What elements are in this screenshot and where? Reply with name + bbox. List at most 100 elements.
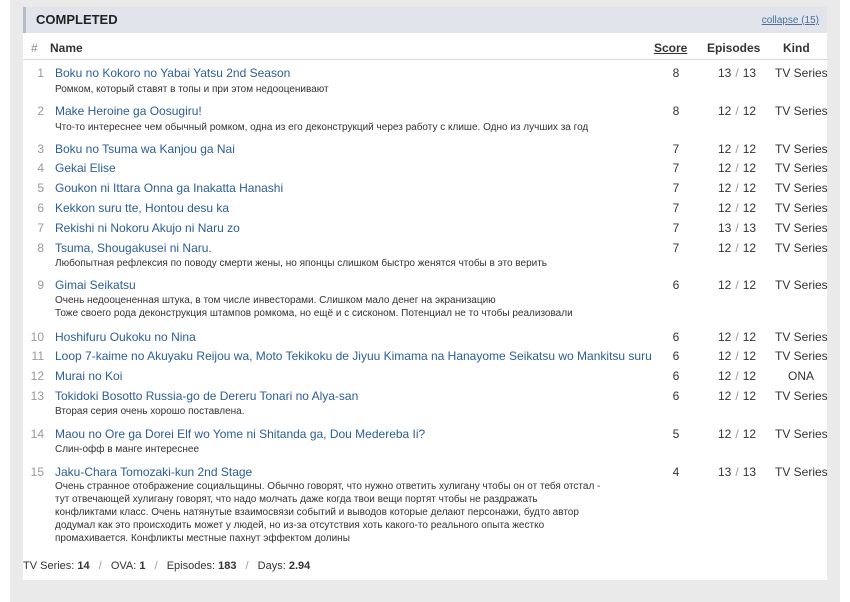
episodes-separator: / — [735, 104, 739, 118]
episodes-watched: 12 — [718, 241, 732, 255]
anime-title-link[interactable]: Jaku-Chara Tomozaki-kun 2nd Stage — [55, 465, 252, 479]
episodes-total: 12 — [742, 201, 757, 215]
episodes-separator: / — [735, 389, 739, 403]
anime-comment: Очень странное отображение социальщины. … — [55, 481, 601, 544]
anime-title-link[interactable]: Goukon ni Ittara Onna ga Inakatta Hanash… — [55, 181, 283, 195]
episodes-watched: 12 — [718, 389, 732, 403]
episodes-total: 12 — [742, 369, 757, 383]
tv-label: TV Series: — [23, 560, 75, 572]
anime-title-link[interactable]: Make Heroine ga Oosugiru! — [55, 104, 202, 118]
anime-title-link[interactable]: Maou no Ore ga Dorei Elf wo Yome ni Shit… — [55, 427, 425, 441]
episodes-progress: 13/13 — [718, 66, 756, 80]
row-number: 9 — [37, 278, 44, 292]
score-value: 7 — [672, 142, 680, 156]
episodes-watched: 12 — [718, 142, 732, 156]
ova-label: OVA: — [110, 560, 137, 572]
anime-title-link[interactable]: Tokidoki Bosotto Russia-go de Dereru Ton… — [55, 389, 358, 403]
anime-comment: Что-то интереснее чем обычный ромком, од… — [55, 122, 589, 133]
column-kind: Kind — [783, 41, 810, 55]
kind-value: TV Series — [775, 330, 828, 344]
row-number: 14 — [30, 427, 44, 441]
episodes-total: 13 — [742, 465, 757, 479]
episodes-total: 12 — [742, 389, 757, 403]
episodes-progress: 12/12 — [718, 104, 756, 118]
score-value: 6 — [672, 349, 680, 363]
score-value: 8 — [672, 104, 680, 118]
anime-title-link[interactable]: Hoshifuru Oukoku no Nina — [55, 330, 196, 344]
anime-title-link[interactable]: Boku no Kokoro no Yabai Yatsu 2nd Season — [55, 66, 290, 80]
kind-value: TV Series — [775, 104, 828, 118]
anime-title-link[interactable]: Kekkon suru tte, Hontou desu ka — [55, 201, 229, 215]
episodes-watched: 12 — [718, 278, 732, 292]
score-value: 6 — [672, 369, 680, 383]
episodes-watched: 13 — [718, 66, 732, 80]
row-number: 7 — [37, 221, 44, 235]
score-value: 7 — [672, 201, 680, 215]
episodes-watched: 13 — [718, 221, 732, 235]
episodes-separator: / — [735, 142, 739, 156]
section-header: COMPLETED collapse (15) — [23, 7, 827, 33]
row-number: 6 — [37, 201, 44, 215]
episodes-progress: 12/12 — [718, 349, 756, 363]
episodes-total: 12 — [742, 181, 757, 195]
score-value: 7 — [672, 161, 680, 175]
anime-title-link[interactable]: Loop 7-kaime no Akuyaku Reijou wa, Moto … — [55, 349, 652, 363]
anime-title-link[interactable]: Rekishi ni Nokoru Akujo ni Naru zo — [55, 221, 240, 235]
table-header: # Name Score Episodes Kind — [23, 33, 827, 60]
kind-value: TV Series — [775, 349, 828, 363]
score-value: 7 — [672, 241, 680, 255]
row-number: 5 — [37, 181, 44, 195]
anime-comment: Любопытная рефлексия по поводу смерти же… — [55, 258, 548, 269]
kind-value: TV Series — [775, 66, 828, 80]
episodes-watched: 13 — [718, 465, 732, 479]
anime-comment: Вторая серия очень хорошо поставлена. — [55, 406, 245, 417]
episodes-separator: / — [735, 201, 739, 215]
episodes-total: 12 — [742, 427, 757, 441]
score-value: 4 — [672, 465, 680, 479]
episodes-count: 183 — [218, 560, 237, 572]
kind-value: TV Series — [775, 389, 828, 403]
anime-title-link[interactable]: Gimai Seikatsu — [55, 278, 136, 292]
kind-value: TV Series — [775, 427, 828, 441]
episodes-watched: 12 — [718, 181, 732, 195]
episodes-progress: 12/12 — [718, 181, 756, 195]
days-count: 2.94 — [288, 560, 311, 572]
episodes-separator: / — [735, 369, 739, 383]
completed-panel: COMPLETED collapse (15) # Name Score Epi… — [10, 0, 840, 602]
kind-value: TV Series — [775, 278, 828, 292]
episodes-separator: / — [735, 278, 739, 292]
episodes-separator: / — [735, 181, 739, 195]
anime-title-link[interactable]: Tsuma, Shougakusei ni Naru. — [55, 241, 212, 255]
episodes-separator: / — [735, 465, 739, 479]
row-number: 4 — [37, 161, 44, 175]
kind-value: ONA — [787, 369, 814, 383]
row-number: 11 — [31, 349, 44, 363]
episodes-watched: 12 — [718, 161, 732, 175]
stats-footer: TV Series: 14 / OVA: 1 / Episodes: 183 /… — [23, 560, 310, 572]
row-number: 8 — [37, 241, 44, 255]
anime-title-link[interactable]: Boku no Tsuma wa Kanjou ga Nai — [55, 142, 235, 156]
column-score-sort[interactable]: Score — [654, 41, 687, 55]
row-number: 3 — [37, 142, 44, 156]
episodes-watched: 12 — [718, 330, 732, 344]
episodes-total: 12 — [742, 142, 757, 156]
anime-title-link[interactable]: Gekai Elise — [55, 161, 116, 175]
row-number: 10 — [30, 330, 44, 344]
episodes-label: Episodes: — [166, 560, 216, 572]
footer-sep: / — [245, 560, 249, 572]
episodes-progress: 12/12 — [718, 142, 756, 156]
kind-value: TV Series — [775, 465, 828, 479]
collapse-link[interactable]: collapse (15) — [762, 15, 819, 26]
episodes-progress: 12/12 — [718, 389, 756, 403]
episodes-total: 12 — [742, 349, 757, 363]
anime-title-link[interactable]: Murai no Koi — [55, 369, 122, 383]
episodes-separator: / — [735, 330, 739, 344]
row-number: 13 — [30, 389, 44, 403]
kind-value: TV Series — [775, 221, 828, 235]
score-value: 7 — [672, 181, 680, 195]
days-label: Days: — [257, 560, 286, 572]
anime-comment: Ромком, который ставят в топы и при этом… — [55, 84, 329, 95]
episodes-total: 13 — [742, 66, 757, 80]
kind-value: TV Series — [775, 142, 828, 156]
episodes-total: 13 — [742, 221, 757, 235]
